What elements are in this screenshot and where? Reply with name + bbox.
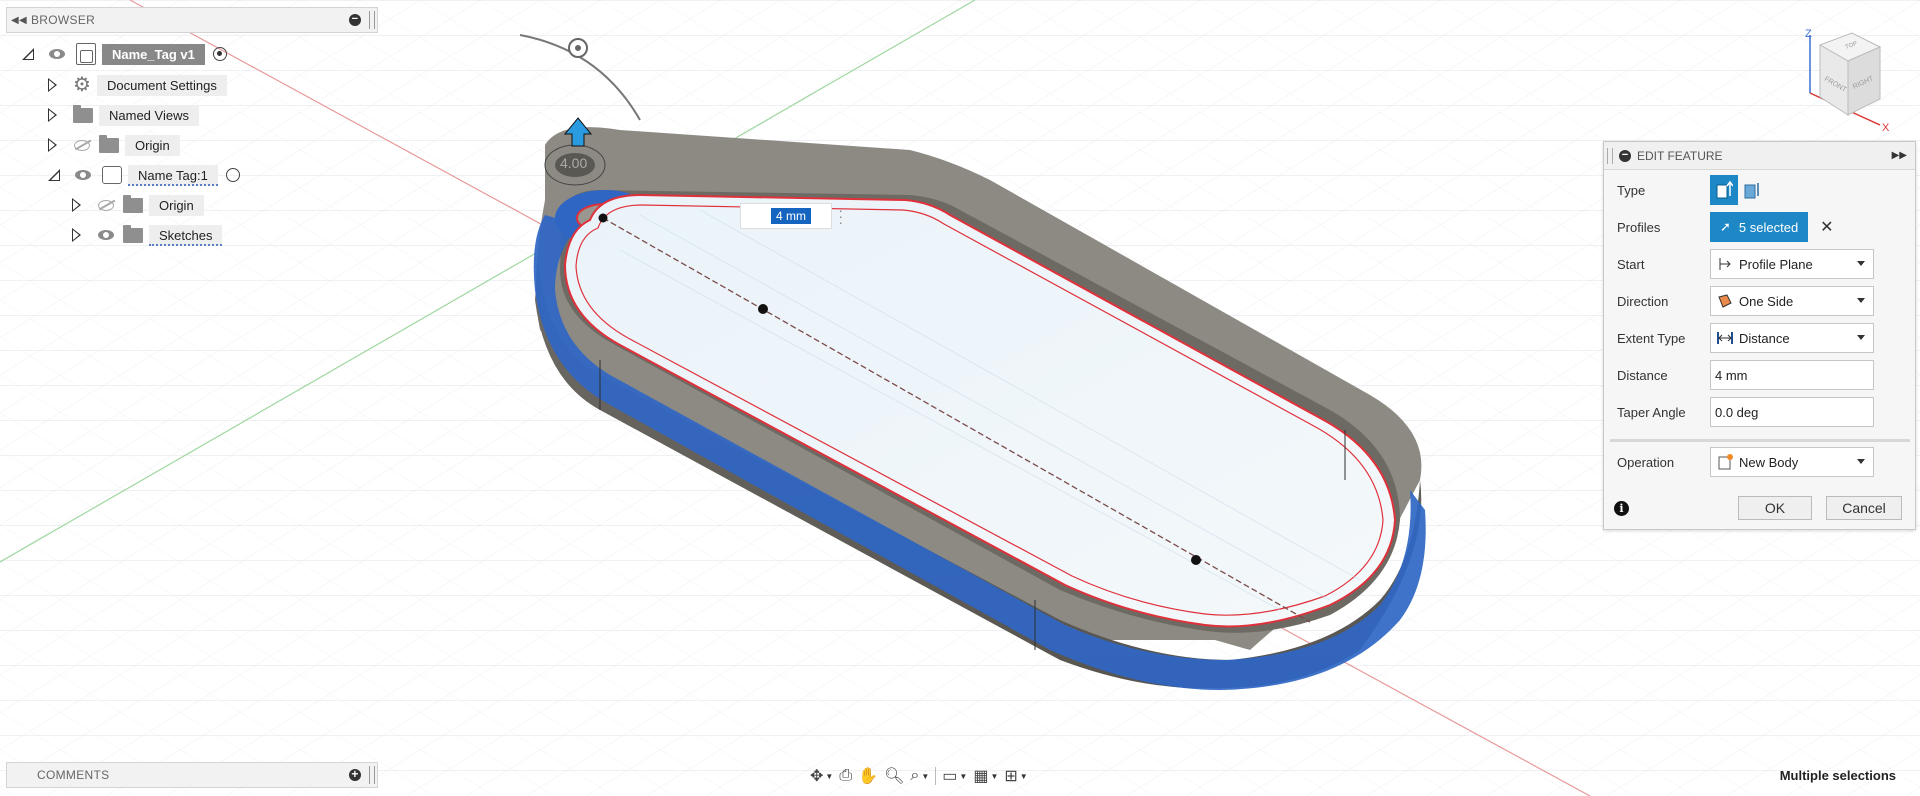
extent-type-row: Extent Type Distance <box>1604 323 1915 353</box>
expand-toggle-icon[interactable] <box>48 108 57 122</box>
new-body-icon <box>1717 454 1733 470</box>
root-label[interactable]: Name_Tag v1 <box>102 43 205 65</box>
clear-selection-icon[interactable]: ✕ <box>1820 217 1833 237</box>
grid-icon[interactable]: ▦ ▼ <box>973 765 998 787</box>
toolbar-divider <box>935 767 937 785</box>
ok-button[interactable]: OK <box>1738 496 1812 520</box>
browser-grip[interactable] <box>369 11 375 29</box>
tree-item-named-views[interactable]: Named Views <box>48 103 199 127</box>
one-side-icon <box>1717 293 1733 309</box>
tree-item-document-settings[interactable]: ⚙ Document Settings <box>48 73 227 97</box>
selection-status: Multiple selections <box>1779 768 1896 783</box>
folder-icon <box>123 194 143 213</box>
visibility-hidden-icon[interactable] <box>97 199 115 211</box>
fit-icon[interactable]: ⌕ ▼ <box>910 765 929 787</box>
collapse-dialog-icon[interactable]: − <box>1619 149 1631 162</box>
tree-item-sketches[interactable]: Sketches <box>72 223 223 247</box>
taper-angle-input[interactable]: 0.0 deg <box>1710 397 1874 427</box>
canvas-distance-value[interactable]: 4 mm <box>771 208 811 224</box>
dimension-label: 4.00 <box>560 155 587 171</box>
operation-row: Operation New Body <box>1604 447 1915 477</box>
document-icon <box>76 43 96 65</box>
dialog-grip[interactable] <box>1607 147 1613 164</box>
chevron-down-icon <box>1857 298 1865 303</box>
minimize-browser-icon[interactable]: − <box>349 14 361 26</box>
expand-toggle-icon[interactable] <box>72 198 81 212</box>
direction-row: Direction One Side <box>1604 286 1915 316</box>
comments-header[interactable]: COMMENTS + <box>6 762 378 788</box>
canvas-distance-input[interactable]: 4 mm · · · <box>740 203 843 229</box>
browser-title: BROWSER <box>31 13 96 27</box>
visibility-eye-icon[interactable] <box>74 169 92 181</box>
comments-title: COMMENTS <box>37 768 110 782</box>
tree-item-component-origin[interactable]: Origin <box>72 193 204 217</box>
active-component-radio[interactable] <box>212 47 227 61</box>
edit-feature-header[interactable]: − EDIT FEATURE ▶▶ <box>1604 142 1915 170</box>
orbit-icon[interactable]: ✥ ▼ <box>810 765 833 787</box>
center-point-mid[interactable] <box>758 304 768 314</box>
visibility-hidden-icon[interactable] <box>73 139 91 151</box>
distance-icon <box>1717 330 1733 346</box>
display-settings-icon[interactable]: ▭ ▼ <box>942 765 967 787</box>
expand-toggle-icon[interactable] <box>72 228 81 242</box>
distance-input[interactable]: 4 mm <box>1710 360 1874 390</box>
collapse-browser-icon[interactable]: ◀◀ <box>7 15 31 26</box>
gear-icon: ⚙ <box>73 74 91 96</box>
extrude-type-thin-icon[interactable] <box>1738 175 1766 205</box>
navigation-toolbar: ✥ ▼ ⎙ ✋ 🔍︎ ⌕ ▼ ▭ ▼ ▦ ▼ ⊞ ▼ <box>810 763 1028 789</box>
view-cube[interactable]: Z X TOP FRONT RIGHT <box>1790 25 1900 140</box>
expand-toggle-icon[interactable] <box>22 48 34 60</box>
distance-row: Distance 4 mm <box>1604 360 1915 390</box>
expand-toggle-icon[interactable] <box>48 138 57 152</box>
profiles-select-button[interactable]: ➚ 5 selected <box>1710 212 1809 242</box>
tree-item-origin[interactable]: Origin <box>48 133 180 157</box>
tree-root[interactable]: Name_Tag v1 <box>22 42 227 66</box>
browser-header[interactable]: ◀◀ BROWSER − <box>6 7 378 33</box>
activate-component-radio[interactable] <box>225 168 240 182</box>
operation-dropdown[interactable]: New Body <box>1710 447 1874 477</box>
edit-feature-dialog: − EDIT FEATURE ▶▶ Type Profiles ➚ 5 sele… <box>1603 141 1916 530</box>
comments-grip[interactable] <box>369 766 375 784</box>
viewports-icon[interactable]: ⊞ ▼ <box>1004 765 1027 787</box>
look-at-icon[interactable]: ⎙ <box>839 765 852 787</box>
more-options-icon[interactable]: · · · <box>838 203 843 229</box>
chevron-down-icon <box>1857 335 1865 340</box>
expand-toggle-icon[interactable] <box>48 169 60 181</box>
folder-icon <box>73 104 93 123</box>
chevron-down-icon <box>1857 459 1865 464</box>
z-axis-label: Z <box>1805 28 1812 40</box>
type-row: Type <box>1604 175 1915 205</box>
cancel-button[interactable]: Cancel <box>1826 496 1902 520</box>
center-point-end[interactable] <box>1191 555 1201 565</box>
dialog-title: EDIT FEATURE <box>1637 148 1723 163</box>
tree-item-component[interactable]: Name Tag:1 <box>48 163 240 187</box>
expand-dialog-icon[interactable]: ▶▶ <box>1892 150 1907 161</box>
start-dropdown[interactable]: Profile Plane <box>1710 249 1874 279</box>
dialog-divider <box>1610 439 1910 442</box>
chevron-down-icon <box>1857 261 1865 266</box>
taper-angle-row: Taper Angle 0.0 deg <box>1604 397 1915 427</box>
extent-type-dropdown[interactable]: Distance <box>1710 323 1874 353</box>
add-comment-icon[interactable]: + <box>349 768 361 781</box>
folder-icon <box>99 134 119 153</box>
direction-dropdown[interactable]: One Side <box>1710 286 1874 316</box>
expand-toggle-icon[interactable] <box>48 78 57 92</box>
cursor-arrow-icon: ➚ <box>1720 219 1731 234</box>
component-icon <box>102 166 122 184</box>
folder-icon <box>123 224 143 243</box>
info-icon[interactable]: i <box>1614 501 1629 516</box>
center-point-start[interactable] <box>598 213 608 223</box>
profile-plane-icon <box>1717 256 1733 272</box>
visibility-eye-icon[interactable] <box>97 229 115 241</box>
pan-icon[interactable]: ✋ <box>858 765 878 787</box>
start-row: Start Profile Plane <box>1604 249 1915 279</box>
visibility-eye-icon[interactable] <box>48 48 66 60</box>
profiles-row: Profiles ➚ 5 selected ✕ <box>1604 212 1915 242</box>
zoom-icon[interactable]: 🔍︎ <box>884 765 904 787</box>
extrude-type-solid-icon[interactable] <box>1710 175 1738 205</box>
x-axis-label: X <box>1882 122 1890 134</box>
